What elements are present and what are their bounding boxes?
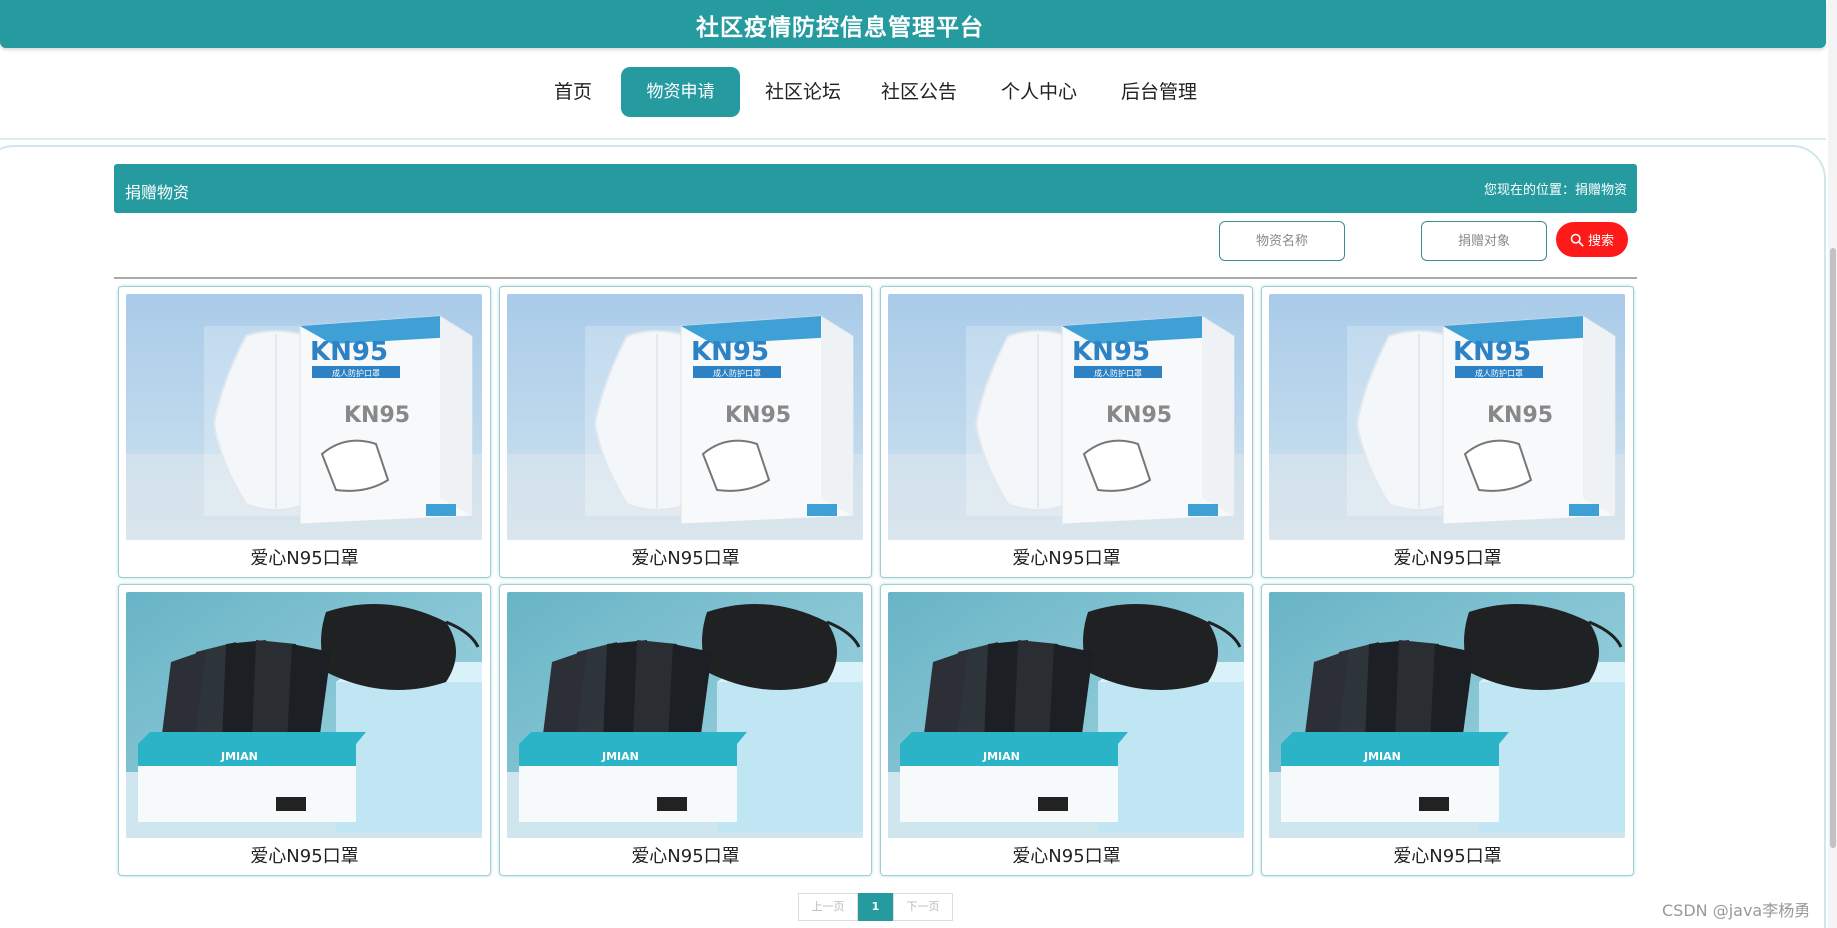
product-image[interactable]: JMIAN xyxy=(1269,592,1625,838)
page: 社区疫情防控信息管理平台 首页 物资申请 社区论坛 社区公告 个人中心 后台管理… xyxy=(0,0,1837,928)
svg-text:JMIAN: JMIAN xyxy=(220,750,258,763)
site-title: 社区疫情防控信息管理平台 xyxy=(696,15,984,41)
product-image[interactable]: JMIAN xyxy=(126,592,482,838)
svg-text:KN95: KN95 xyxy=(344,403,410,428)
product-card[interactable]: JMIAN 爱心N95口罩 xyxy=(880,584,1253,876)
section-title: 捐赠物资 xyxy=(125,183,190,202)
nav-item-admin[interactable]: 后台管理 xyxy=(1119,67,1199,117)
donation-target-input[interactable] xyxy=(1421,221,1547,261)
nav-item-home[interactable]: 首页 xyxy=(550,67,596,117)
svg-text:KN95: KN95 xyxy=(725,403,791,428)
kn95-mask-box-illustration: KN95 成人防护口罩 KN95 xyxy=(1269,294,1625,540)
kn95-mask-box-illustration: KN95 成人防护口罩 KN95 xyxy=(888,294,1244,540)
product-card[interactable]: KN95 成人防护口罩 KN95 爱心N95口罩 xyxy=(1261,286,1634,578)
product-image[interactable]: JMIAN xyxy=(507,592,863,838)
svg-text:成人防护口罩: 成人防护口罩 xyxy=(713,368,761,378)
search-icon xyxy=(1570,233,1584,247)
nav-item-community-forum[interactable]: 社区论坛 xyxy=(764,67,842,117)
kn95-mask-box-illustration: KN95 成人防护口罩 KN95 xyxy=(126,294,482,540)
page-1-button[interactable]: 1 xyxy=(858,893,893,921)
product-image[interactable]: KN95 成人防护口罩 KN95 xyxy=(1269,294,1625,540)
svg-text:KN95: KN95 xyxy=(1072,337,1150,367)
nav-item-supply-application[interactable]: 物资申请 xyxy=(621,67,740,117)
breadcrumb: 您现在的位置：捐赠物资 xyxy=(1483,183,1627,198)
supply-name-input[interactable] xyxy=(1219,221,1345,261)
scrollbar-thumb[interactable] xyxy=(1830,248,1836,848)
divider xyxy=(114,277,1637,279)
search-button-label: 搜索 xyxy=(1587,234,1614,249)
svg-text:JMIAN: JMIAN xyxy=(601,750,639,763)
product-card[interactable]: KN95 成人防护口罩 KN95 爱心N95口罩 xyxy=(499,286,872,578)
product-name[interactable]: 爱心N95口罩 xyxy=(881,842,1252,868)
svg-text:KN95: KN95 xyxy=(691,337,769,367)
product-name[interactable]: 爱心N95口罩 xyxy=(881,544,1252,570)
black-mask-box-illustration: JMIAN xyxy=(1269,592,1625,838)
svg-text:成人防护口罩: 成人防护口罩 xyxy=(332,368,380,378)
nav-item-community-notice[interactable]: 社区公告 xyxy=(880,67,958,117)
product-card[interactable]: JMIAN 爱心N95口罩 xyxy=(1261,584,1634,876)
svg-text:KN95: KN95 xyxy=(1487,403,1553,428)
svg-text:成人防护口罩: 成人防护口罩 xyxy=(1094,368,1142,378)
svg-text:KN95: KN95 xyxy=(1106,403,1172,428)
svg-text:KN95: KN95 xyxy=(310,337,388,367)
search-button[interactable]: 搜索 xyxy=(1556,222,1628,257)
nav-item-personal-center[interactable]: 个人中心 xyxy=(999,67,1079,117)
section-header: 捐赠物资 您现在的位置：捐赠物资 xyxy=(114,164,1637,213)
black-mask-box-illustration: JMIAN xyxy=(507,592,863,838)
product-image[interactable]: KN95 成人防护口罩 KN95 xyxy=(126,294,482,540)
title-bar: 社区疫情防控信息管理平台 xyxy=(0,0,1826,48)
svg-text:JMIAN: JMIAN xyxy=(1363,750,1401,763)
product-name[interactable]: 爱心N95口罩 xyxy=(500,842,871,868)
product-image[interactable]: KN95 成人防护口罩 KN95 xyxy=(507,294,863,540)
product-name[interactable]: 爱心N95口罩 xyxy=(119,842,490,868)
svg-text:成人防护口罩: 成人防护口罩 xyxy=(1475,368,1523,378)
black-mask-box-illustration: JMIAN xyxy=(126,592,482,838)
product-card[interactable]: KN95 成人防护口罩 KN95 爱心N95口罩 xyxy=(880,286,1253,578)
svg-text:KN95: KN95 xyxy=(1453,337,1531,367)
product-image[interactable]: JMIAN xyxy=(888,592,1244,838)
product-card[interactable]: JMIAN 爱心N95口罩 xyxy=(499,584,872,876)
kn95-mask-box-illustration: KN95 成人防护口罩 KN95 xyxy=(507,294,863,540)
product-card[interactable]: JMIAN 爱心N95口罩 xyxy=(118,584,491,876)
product-name[interactable]: 爱心N95口罩 xyxy=(119,544,490,570)
svg-text:JMIAN: JMIAN xyxy=(982,750,1020,763)
product-card[interactable]: KN95 成人防护口罩 KN95 爱心N95口罩 xyxy=(118,286,491,578)
product-image[interactable]: KN95 成人防护口罩 KN95 xyxy=(888,294,1244,540)
product-name[interactable]: 爱心N95口罩 xyxy=(500,544,871,570)
main-nav: 首页 物资申请 社区论坛 社区公告 个人中心 后台管理 xyxy=(0,48,1826,140)
product-name[interactable]: 爱心N95口罩 xyxy=(1262,842,1633,868)
black-mask-box-illustration: JMIAN xyxy=(888,592,1244,838)
next-page-button[interactable]: 下一页 xyxy=(893,893,953,921)
product-name[interactable]: 爱心N95口罩 xyxy=(1262,544,1633,570)
prev-page-button[interactable]: 上一页 xyxy=(798,893,858,921)
watermark: CSDN @java李杨勇 xyxy=(1662,901,1811,920)
